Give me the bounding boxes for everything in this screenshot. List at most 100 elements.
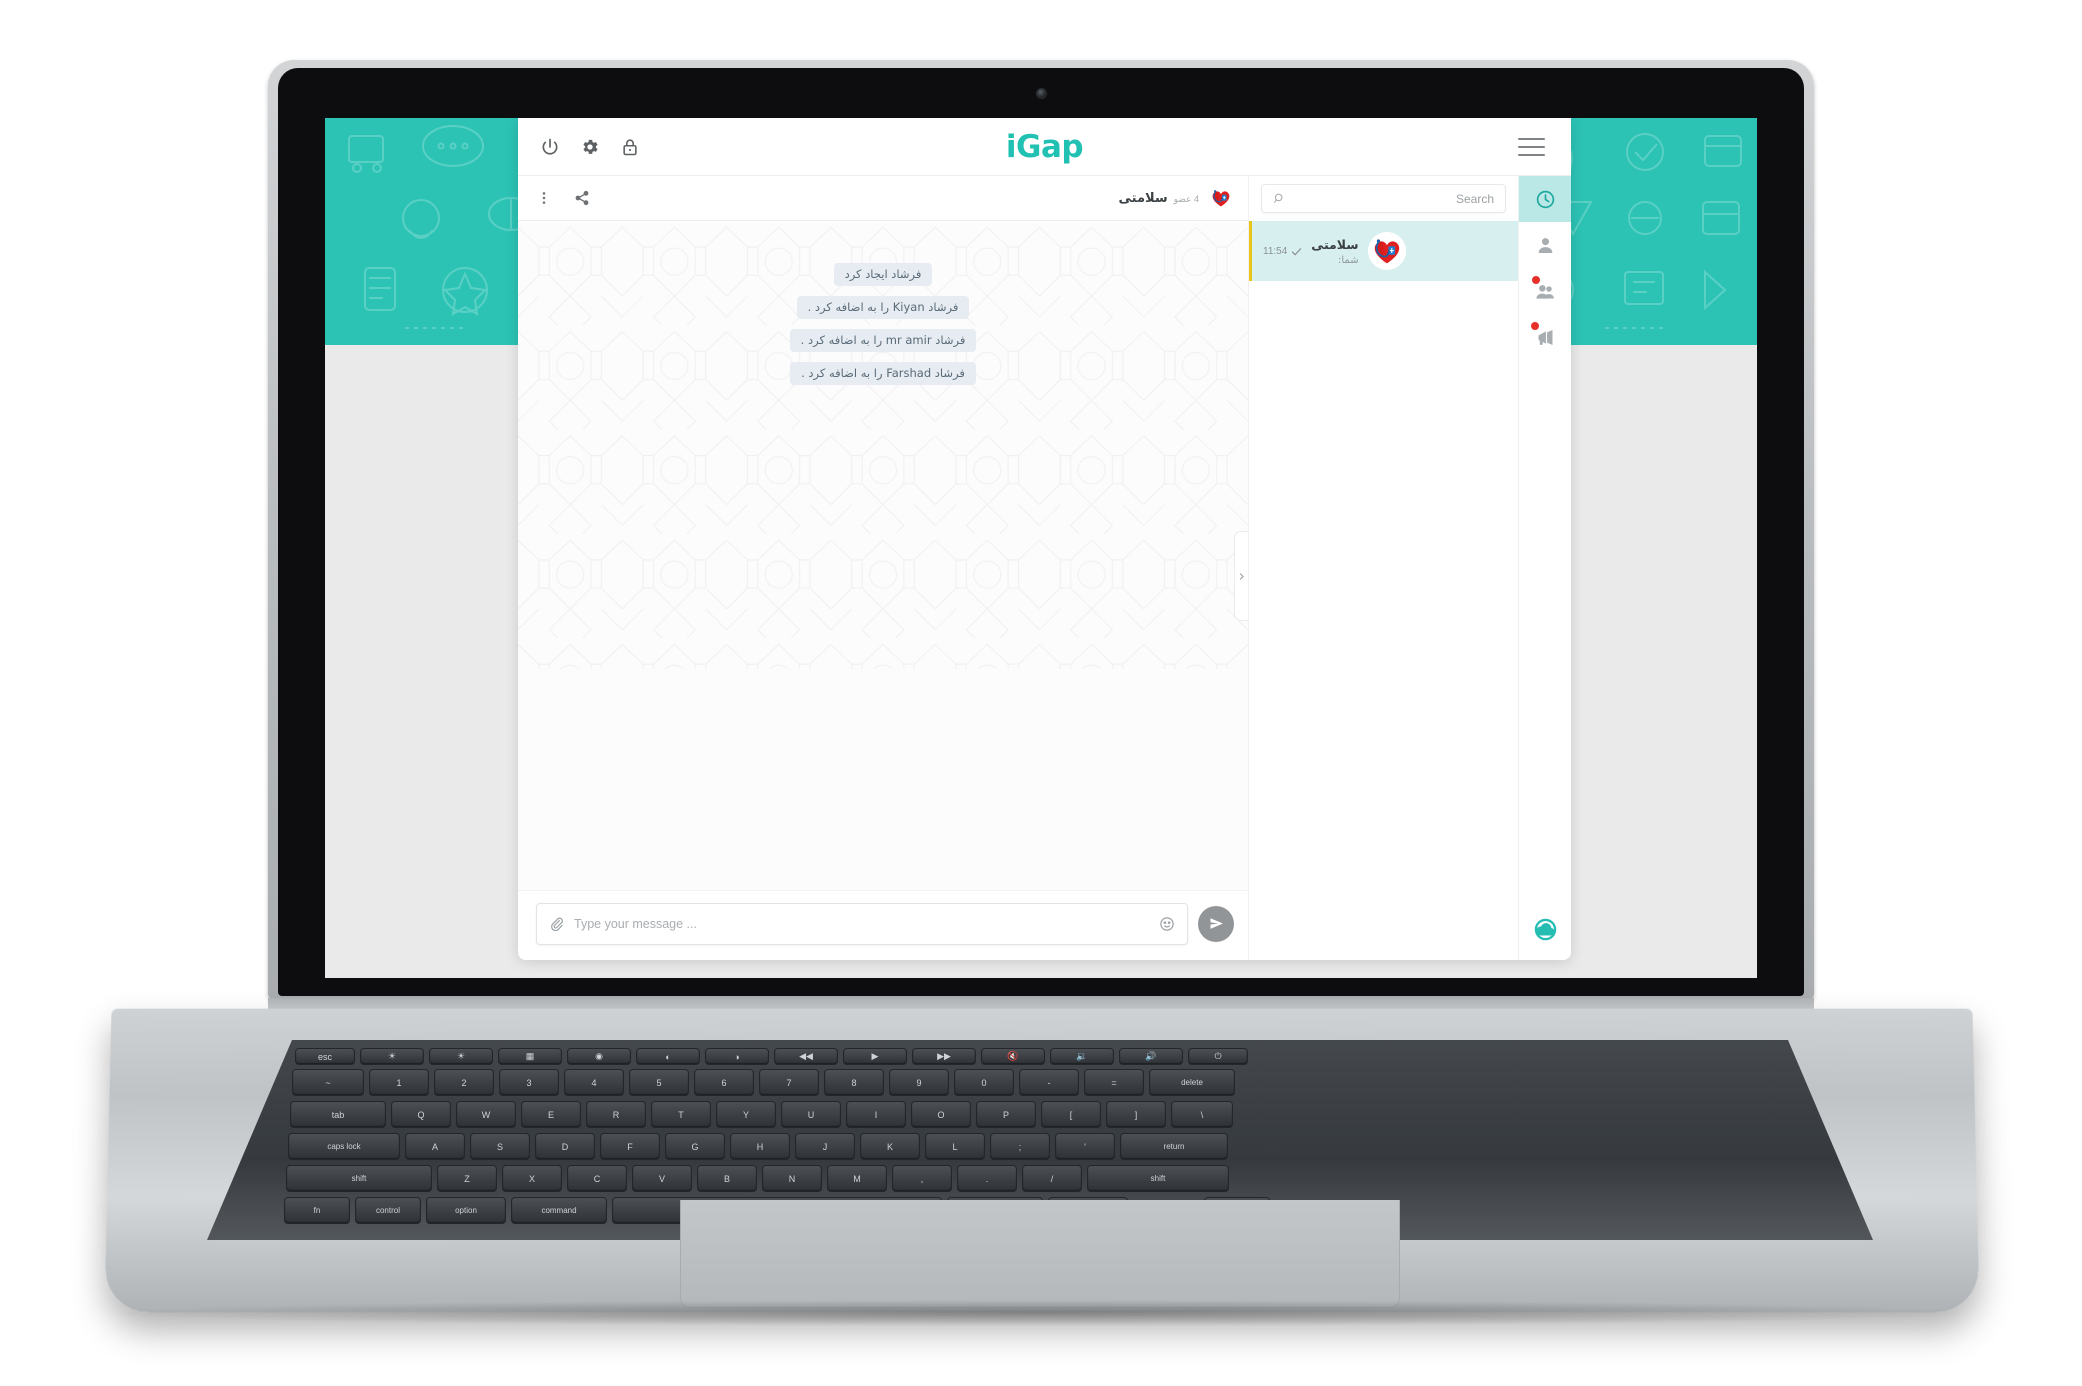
chat-header-meta: 4 عضو سلامتی bbox=[1118, 189, 1199, 207]
panel-collapse-toggle[interactable] bbox=[1234, 531, 1248, 621]
rail-item-recent[interactable] bbox=[1519, 176, 1571, 222]
key-2: 2 bbox=[434, 1069, 494, 1096]
groups-badge bbox=[1532, 276, 1540, 284]
power-icon[interactable] bbox=[540, 137, 560, 157]
key-bracket-left: [ bbox=[1041, 1101, 1101, 1128]
key-f10: 🔇 bbox=[981, 1048, 1045, 1065]
rail-item-contacts[interactable] bbox=[1519, 222, 1571, 268]
key-d: D bbox=[535, 1133, 595, 1160]
rail-item-groups[interactable] bbox=[1519, 268, 1571, 314]
send-arrow-icon bbox=[1209, 918, 1223, 929]
gear-icon[interactable] bbox=[580, 137, 600, 157]
chat-header-info: 4 عضو سلامتی bbox=[1118, 185, 1234, 211]
key-equal: = bbox=[1084, 1069, 1144, 1096]
cloud-storage-button[interactable] bbox=[1519, 898, 1571, 960]
check-icon bbox=[1292, 247, 1302, 256]
key-f5: ◐ bbox=[636, 1048, 700, 1065]
key-power: ⏻ bbox=[1188, 1048, 1248, 1065]
heart-stethoscope-avatar[interactable] bbox=[1367, 232, 1406, 270]
search-icon bbox=[1274, 193, 1283, 203]
key-8: 8 bbox=[824, 1069, 884, 1096]
key-e: E bbox=[521, 1101, 581, 1128]
clock-icon bbox=[1536, 190, 1554, 208]
key-f3: ▦ bbox=[498, 1048, 562, 1065]
chat-item-text: سلامتی شما: bbox=[1311, 237, 1358, 266]
share-icon[interactable] bbox=[574, 190, 590, 206]
chat-member-count: 4 عضو bbox=[1173, 194, 1199, 204]
key-quote: ' bbox=[1055, 1133, 1115, 1160]
key-1: 1 bbox=[369, 1069, 429, 1096]
smiley-icon[interactable] bbox=[1159, 916, 1175, 932]
chat-panel: 4 عضوسلامتی فرشاد ایجاد کرد فرشاد Kiyan … bbox=[518, 176, 1248, 960]
key-x: X bbox=[502, 1165, 562, 1192]
key-6: 6 bbox=[694, 1069, 754, 1096]
keyboard: esc ☀ ☀ ▦ ◉ ◐ ◑ ◀◀ ▶ ▶▶ 🔇 🔉 🔊 ⏻ ~ 1 2 3 … bbox=[190, 1040, 1890, 1224]
key-tab: tab bbox=[290, 1101, 386, 1128]
chat-list-item[interactable]: 11:54 سلامتی شما: bbox=[1249, 221, 1518, 282]
system-message: فرشاد Kiyan را به اضافه کرد . bbox=[796, 296, 970, 319]
hamburger-menu-icon[interactable] bbox=[1518, 137, 1545, 156]
key-fn: fn bbox=[284, 1197, 350, 1224]
key-backslash: \ bbox=[1171, 1101, 1233, 1128]
key-m: M bbox=[827, 1165, 887, 1192]
search-placeholder[interactable]: Search bbox=[1286, 192, 1494, 206]
channels-badge bbox=[1531, 322, 1539, 330]
key-z: Z bbox=[437, 1165, 497, 1192]
key-t: T bbox=[651, 1101, 711, 1128]
key-f: F bbox=[600, 1133, 660, 1160]
paperclip-icon[interactable] bbox=[549, 916, 564, 931]
key-command-left: command bbox=[511, 1197, 607, 1224]
system-message: فرشاد ایجاد کرد bbox=[833, 263, 933, 286]
key-p: P bbox=[976, 1101, 1036, 1128]
key-f8: ▶ bbox=[843, 1048, 907, 1065]
key-a: A bbox=[405, 1133, 465, 1160]
chat-item-name: سلامتی bbox=[1311, 236, 1359, 252]
chat-item-meta: 11:54 bbox=[1263, 246, 1302, 257]
key-tilde: ~ bbox=[292, 1069, 364, 1096]
rail-item-channels[interactable] bbox=[1519, 314, 1571, 360]
igap-app-window: iGap 4 عضوسلامتی فرشاد ایجاد کرد فرشاد K… bbox=[518, 118, 1571, 960]
key-f2: ☀ bbox=[429, 1048, 493, 1065]
key-f7: ◀◀ bbox=[774, 1048, 838, 1065]
chat-header: 4 عضو سلامتی bbox=[518, 176, 1248, 221]
key-7: 7 bbox=[759, 1069, 819, 1096]
webcam-icon bbox=[1036, 88, 1047, 99]
key-r: R bbox=[586, 1101, 646, 1128]
key-i: I bbox=[846, 1101, 906, 1128]
key-u: U bbox=[781, 1101, 841, 1128]
message-input[interactable] bbox=[574, 916, 1149, 931]
key-slash: / bbox=[1022, 1165, 1082, 1192]
key-f11: 🔉 bbox=[1050, 1048, 1114, 1065]
key-control: control bbox=[355, 1197, 421, 1224]
app-logo: iGap bbox=[1005, 128, 1084, 165]
lock-icon[interactable] bbox=[620, 137, 640, 157]
key-c: C bbox=[567, 1165, 627, 1192]
key-shift-left: shift bbox=[286, 1165, 432, 1192]
screenshot-root: iGap 4 عضوسلامتی فرشاد ایجاد کرد فرشاد K… bbox=[0, 0, 2082, 1386]
message-input-wrapper[interactable] bbox=[536, 902, 1188, 945]
laptop-shadow bbox=[120, 1300, 1960, 1326]
trackpad bbox=[680, 1200, 1400, 1308]
chevron-right-icon bbox=[1239, 572, 1244, 580]
messages-container: فرشاد ایجاد کرد فرشاد Kiyan را به اضافه … bbox=[518, 221, 1248, 385]
key-b: B bbox=[697, 1165, 757, 1192]
titlebar-left-icons bbox=[518, 137, 640, 157]
key-period: . bbox=[957, 1165, 1017, 1192]
key-5: 5 bbox=[629, 1069, 689, 1096]
laptop-screen: iGap 4 عضوسلامتی فرشاد ایجاد کرد فرشاد K… bbox=[325, 118, 1757, 978]
app-titlebar: iGap bbox=[518, 118, 1571, 176]
key-o: O bbox=[911, 1101, 971, 1128]
more-vertical-icon[interactable] bbox=[536, 190, 552, 206]
key-v: V bbox=[632, 1165, 692, 1192]
key-shift-right: shift bbox=[1087, 1165, 1229, 1192]
navigation-rail bbox=[1519, 176, 1571, 960]
chat-item-time: 11:54 bbox=[1263, 245, 1288, 257]
key-q: Q bbox=[391, 1101, 451, 1128]
key-3: 3 bbox=[499, 1069, 559, 1096]
search-box[interactable]: Search bbox=[1261, 184, 1506, 213]
key-capslock: caps lock bbox=[288, 1133, 400, 1160]
chat-messages-scroll[interactable]: فرشاد ایجاد کرد فرشاد Kiyan را به اضافه … bbox=[518, 221, 1248, 890]
key-return: return bbox=[1120, 1133, 1228, 1160]
send-button[interactable] bbox=[1198, 905, 1234, 942]
heart-stethoscope-avatar[interactable] bbox=[1208, 185, 1234, 211]
